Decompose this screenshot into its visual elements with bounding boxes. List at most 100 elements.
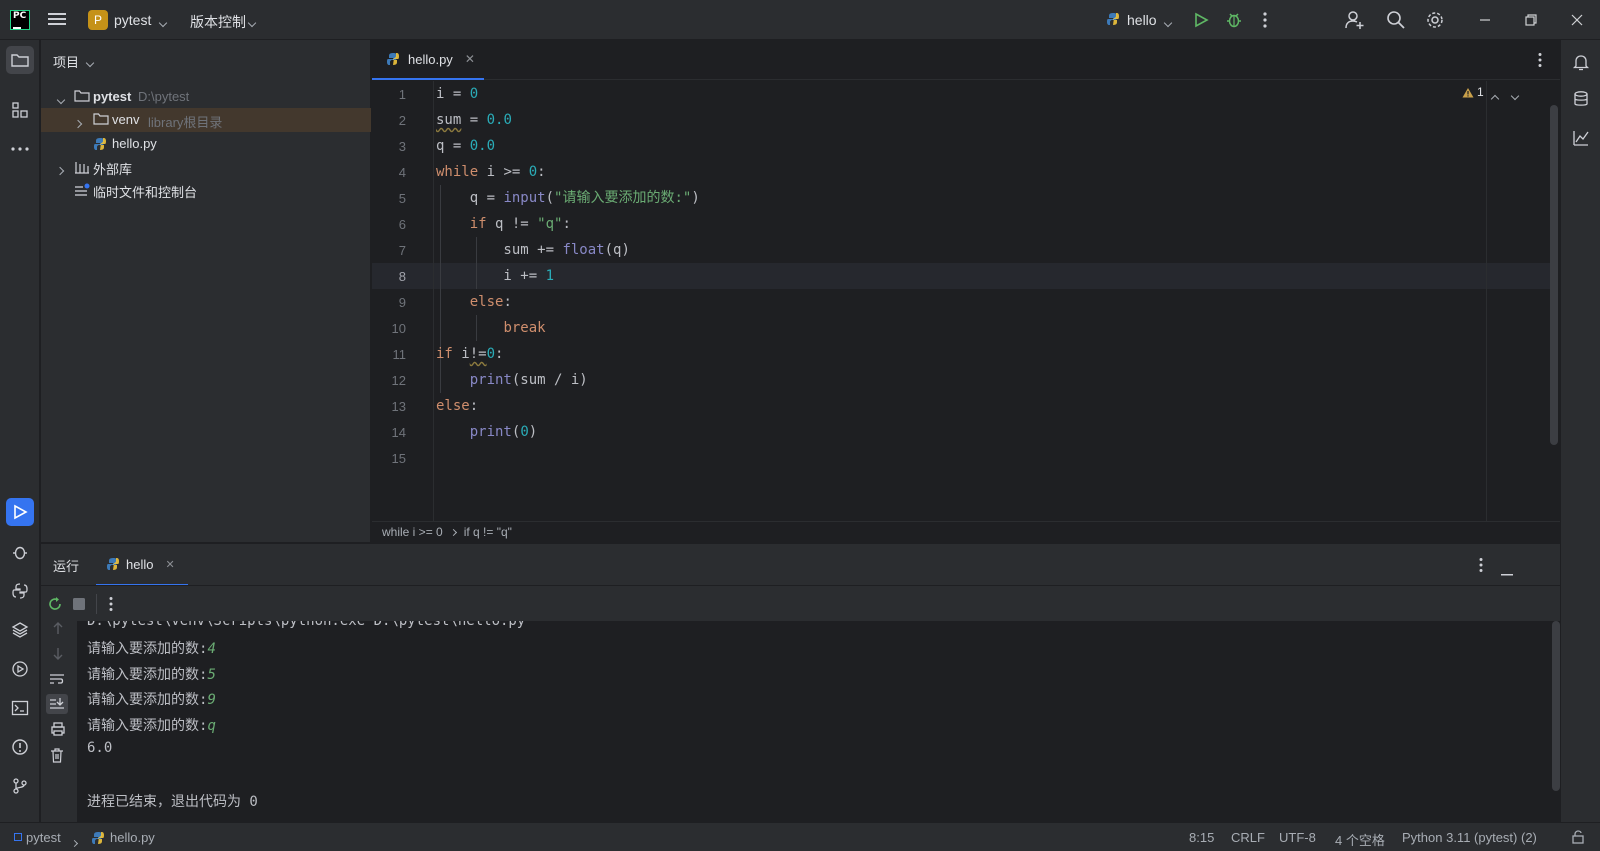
inspection-widget[interactable]: 1 — [1462, 85, 1484, 99]
title-bar: PC P pytest 版本控制 hello — [0, 0, 1600, 40]
line-number: 3 — [398, 139, 406, 154]
debug-icon[interactable] — [1225, 11, 1243, 32]
services-icon[interactable] — [6, 655, 34, 683]
code-editor[interactable]: 1 2 3 4 5 6 7 8 9 10 11 12 13 14 15 i = … — [372, 81, 1560, 521]
console-line: 6.0 — [87, 740, 113, 756]
line-number: 15 — [391, 451, 406, 466]
line-separator[interactable]: CRLF — [1231, 830, 1265, 845]
terminal-icon[interactable] — [6, 694, 34, 722]
project-folder-icon[interactable] — [6, 46, 34, 74]
notifications-bell-icon[interactable] — [1567, 48, 1595, 76]
add-user-icon[interactable] — [1345, 10, 1365, 33]
status-crumb-project[interactable]: pytest — [26, 830, 61, 845]
tree-item-path: D:\pytest — [138, 89, 190, 104]
lock-icon[interactable] — [1571, 830, 1585, 847]
scratches-icon — [74, 183, 90, 200]
breadcrumb-item[interactable]: if q != "q" — [464, 525, 512, 539]
editor-scrollbar[interactable] — [1550, 105, 1558, 445]
more-actions-icon[interactable] — [109, 596, 113, 615]
folder-icon — [93, 112, 109, 129]
vcs-menu[interactable]: 版本控制 — [190, 12, 246, 32]
code-line-12: print(sum / i) — [469, 372, 588, 388]
settings-gear-icon[interactable] — [1425, 10, 1445, 33]
line-number: 4 — [398, 165, 406, 180]
tree-item-hello-py[interactable]: hello.py — [41, 132, 371, 156]
editor-more-icon[interactable] — [1538, 52, 1542, 71]
code-line-14: print(0) — [469, 424, 538, 440]
python-file-icon — [91, 831, 105, 848]
close-tab-icon[interactable]: ✕ — [465, 52, 475, 66]
run-tab-label: hello — [126, 556, 154, 572]
more-actions-icon[interactable] — [1263, 11, 1267, 32]
project-name[interactable]: pytest — [114, 12, 151, 28]
library-icon — [74, 160, 90, 177]
code-line-6: if q != "q": — [469, 216, 571, 232]
database-icon[interactable] — [1567, 85, 1595, 113]
chevron-right-icon[interactable] — [55, 162, 65, 177]
project-panel-title[interactable]: 项目 — [53, 52, 79, 71]
tree-item-label: 外部库 — [93, 162, 133, 177]
python-interpreter[interactable]: Python 3.11 (pytest) (2) — [1402, 830, 1537, 845]
line-number: 10 — [391, 321, 406, 336]
debug-tool-icon[interactable] — [6, 538, 34, 566]
run-tab-hello[interactable]: hello ✕ — [96, 544, 188, 586]
python-console-icon[interactable] — [6, 577, 34, 605]
breadcrumb-item[interactable]: while i >= 0 — [382, 525, 443, 539]
project-panel: 项目 pytest D:\pytest venv library根目录 hell… — [41, 40, 371, 542]
code-line-1: i = 0 — [436, 86, 479, 102]
scroll-to-end-icon[interactable] — [46, 694, 68, 714]
python-packages-icon[interactable] — [6, 616, 34, 644]
chevron-right-icon[interactable] — [73, 115, 83, 130]
git-icon[interactable] — [6, 772, 34, 800]
soft-wrap-icon[interactable] — [49, 672, 65, 689]
run-tool-icon[interactable] — [6, 498, 34, 526]
project-badge[interactable]: P — [88, 10, 108, 30]
code-line-7: sum += float(q) — [436, 242, 630, 258]
arrow-down-icon[interactable] — [51, 647, 65, 664]
search-icon[interactable] — [1386, 10, 1406, 33]
close-tab-icon[interactable]: ✕ — [165, 558, 174, 571]
main-menu-icon[interactable] — [48, 11, 66, 30]
run-config-selector[interactable]: hello — [1127, 12, 1157, 28]
run-panel-more-icon[interactable] — [1479, 557, 1483, 576]
previous-highlight-icon[interactable] — [1490, 90, 1500, 105]
close-window-button[interactable] — [1554, 0, 1600, 40]
console-input: q — [207, 718, 216, 734]
editor-tab-hello-py[interactable]: hello.py ✕ — [372, 40, 484, 80]
python-file-icon — [1106, 12, 1120, 29]
tree-item-venv[interactable]: venv library根目录 — [41, 108, 371, 132]
arrow-up-icon[interactable] — [51, 621, 65, 638]
tree-item-external-libraries[interactable]: 外部库 — [41, 155, 371, 179]
run-icon[interactable] — [1193, 12, 1209, 31]
stop-icon[interactable] — [73, 598, 85, 613]
problems-icon[interactable] — [6, 733, 34, 761]
console-scrollbar[interactable] — [1552, 621, 1560, 791]
console-input: 9 — [207, 692, 216, 708]
status-bar: pytest hello.py 8:15 CRLF UTF-8 4 个空格 Py… — [0, 822, 1600, 851]
line-number: 1 — [398, 87, 406, 102]
indent-setting[interactable]: 4 个空格 — [1335, 830, 1385, 849]
print-icon[interactable] — [50, 722, 66, 739]
sciview-icon[interactable] — [1567, 124, 1595, 152]
file-encoding[interactable]: UTF-8 — [1279, 830, 1316, 845]
python-file-icon — [386, 52, 400, 66]
hide-panel-icon[interactable] — [1501, 564, 1513, 579]
minimize-button[interactable] — [1462, 0, 1508, 40]
rerun-icon[interactable] — [47, 596, 63, 615]
tab-label: hello.py — [408, 51, 453, 67]
next-highlight-icon[interactable] — [1510, 87, 1520, 102]
tree-item-scratches[interactable]: 临时文件和控制台 — [41, 178, 371, 202]
status-crumb-file[interactable]: hello.py — [110, 830, 155, 845]
more-tools-icon[interactable] — [6, 135, 34, 163]
structure-icon[interactable] — [6, 96, 34, 124]
right-tool-strip — [1560, 40, 1600, 822]
editor-tab-bar: hello.py ✕ — [372, 40, 1560, 80]
run-toolbar — [41, 585, 1560, 621]
tree-item-pytest[interactable]: pytest D:\pytest — [41, 85, 371, 109]
run-console[interactable]: D:\pytest\venv\Scripts\python.exe D:\pyt… — [41, 621, 1560, 822]
restore-button[interactable] — [1508, 0, 1554, 40]
clear-trash-icon[interactable] — [50, 748, 64, 766]
caret-position[interactable]: 8:15 — [1189, 830, 1214, 845]
line-number: 6 — [398, 217, 406, 232]
chevron-down-icon[interactable] — [56, 91, 66, 106]
